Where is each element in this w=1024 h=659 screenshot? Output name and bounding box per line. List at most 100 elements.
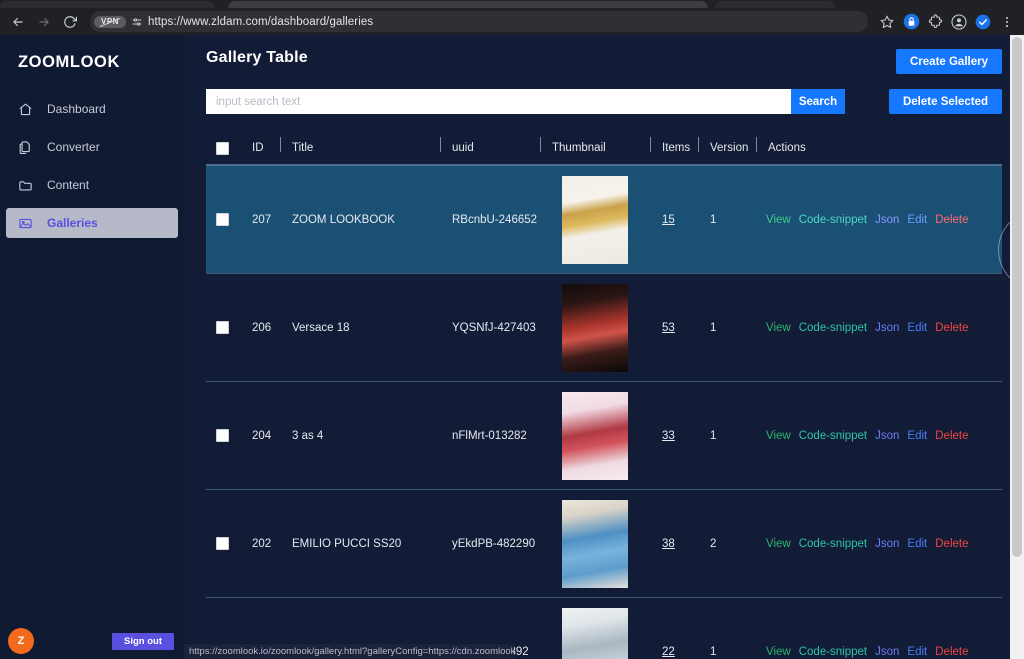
thumbnail-image[interactable] [562, 607, 628, 659]
row-select-cell[interactable] [206, 321, 240, 334]
back-arrow-icon[interactable] [6, 11, 30, 33]
browser-tab[interactable] [715, 1, 835, 8]
view-link[interactable]: View [766, 214, 791, 226]
edit-link[interactable]: Edit [907, 214, 927, 226]
code-snippet-link[interactable]: Code-snippet [799, 214, 867, 226]
forward-arrow-icon[interactable] [32, 11, 56, 33]
url-bar[interactable]: VPN https://www.zldam.com/dashboard/gall… [90, 11, 868, 32]
delete-link[interactable]: Delete [935, 322, 968, 334]
row-checkbox[interactable] [216, 537, 229, 550]
column-header-thumbnail[interactable]: Thumbnail [540, 137, 650, 154]
row-checkbox[interactable] [216, 321, 229, 334]
table-row[interactable]: 207 ZOOM LOOKBOOK RBcnbU-246652 15 1 View Code… [206, 166, 1002, 274]
three-dot-menu-icon[interactable] [996, 11, 1018, 33]
edit-link[interactable]: Edit [907, 430, 927, 442]
row-select-cell[interactable] [206, 213, 240, 226]
json-link[interactable]: Json [875, 538, 899, 550]
column-header-uuid[interactable]: uuid [440, 137, 540, 154]
json-link[interactable]: Json [875, 322, 899, 334]
folder-icon [18, 178, 35, 193]
row-select-cell[interactable] [206, 537, 240, 550]
table-toolbar: Search Delete Selected [206, 89, 1002, 114]
sidebar-item-converter[interactable]: Converter [6, 132, 178, 162]
lock-icon[interactable] [900, 11, 922, 33]
avatar[interactable]: Z [8, 628, 34, 654]
edit-link[interactable]: Edit [907, 322, 927, 334]
edit-link[interactable]: Edit [907, 538, 927, 550]
column-header-id[interactable]: ID [240, 142, 280, 154]
column-header-items[interactable]: Items [650, 137, 698, 154]
json-link[interactable]: Json [875, 646, 899, 658]
delete-selected-button[interactable]: Delete Selected [888, 89, 1002, 114]
delete-link[interactable]: Delete [935, 538, 968, 550]
select-all-checkbox[interactable] [216, 141, 229, 155]
reload-icon[interactable] [58, 11, 82, 33]
browser-tab-active[interactable] [228, 1, 708, 8]
scrollbar-thumb[interactable] [1012, 37, 1022, 557]
cell-items: 22 [650, 646, 698, 658]
browser-tab[interactable] [0, 1, 215, 8]
edit-link[interactable]: Edit [907, 646, 927, 658]
items-count-link[interactable]: 33 [662, 430, 675, 442]
code-snippet-link[interactable]: Code-snippet [799, 430, 867, 442]
cell-thumbnail[interactable] [540, 175, 650, 264]
thumbnail-image[interactable] [562, 391, 628, 480]
code-snippet-link[interactable]: Code-snippet [799, 538, 867, 550]
view-link[interactable]: View [766, 538, 791, 550]
select-all-cell[interactable] [206, 141, 240, 155]
items-count-link[interactable]: 53 [662, 322, 675, 334]
cell-title: Versace 18 [292, 321, 350, 334]
column-header-actions[interactable]: Actions [756, 137, 1002, 154]
browser-status-bar: https://zoomlook.io/zoomlook/gallery.htm… [184, 644, 514, 659]
items-count-link[interactable]: 15 [662, 214, 675, 226]
thumbnail-image[interactable] [562, 175, 628, 264]
search-input[interactable] [206, 89, 791, 114]
view-link[interactable]: View [766, 430, 791, 442]
create-gallery-button[interactable]: Create Gallery [896, 49, 1002, 74]
cell-thumbnail[interactable] [540, 391, 650, 480]
cell-thumbnail[interactable] [540, 499, 650, 588]
view-link[interactable]: View [766, 646, 791, 658]
cell-title: 3 as 4 [292, 429, 324, 442]
cell-thumbnail[interactable] [540, 607, 650, 659]
row-select-cell[interactable] [206, 429, 240, 442]
url-text[interactable]: https://www.zldam.com/dashboard/gallerie… [148, 16, 373, 28]
thumbnail-image[interactable] [562, 283, 628, 372]
delete-link[interactable]: Delete [935, 430, 968, 442]
code-snippet-link[interactable]: Code-snippet [799, 322, 867, 334]
table-row[interactable]: 202 EMILIO PUCCI SS20 yEkdPB-482290 38 2 View… [206, 490, 1002, 598]
blue-check-icon[interactable] [972, 11, 994, 33]
search-button[interactable]: Search [791, 89, 845, 114]
delete-link[interactable]: Delete [935, 646, 968, 658]
delete-link[interactable]: Delete [935, 214, 968, 226]
tune-icon[interactable] [131, 16, 143, 28]
cell-version: 1 [710, 645, 717, 658]
sign-out-button[interactable]: Sign out [112, 633, 174, 650]
thumbnail-image[interactable] [562, 499, 628, 588]
code-snippet-link[interactable]: Code-snippet [799, 646, 867, 658]
page-scrollbar[interactable] [1010, 35, 1024, 659]
table-row[interactable]: 204 3 as 4 nFlMrt-013282 33 1 View Code-snippe… [206, 382, 1002, 490]
cell-title: EMILIO PUCCI SS20 [292, 537, 402, 550]
search-bar: Search [206, 89, 845, 114]
items-count-link[interactable]: 22 [662, 646, 675, 658]
sidebar-item-galleries[interactable]: Galleries [6, 208, 178, 238]
vpn-badge[interactable]: VPN [94, 15, 126, 28]
items-count-link[interactable]: 38 [662, 538, 675, 550]
browser-tab-strip[interactable] [0, 0, 1024, 8]
cell-thumbnail[interactable] [540, 283, 650, 372]
cell-title: ZOOM LOOKBOOK [292, 213, 395, 226]
json-link[interactable]: Json [875, 430, 899, 442]
star-icon[interactable] [876, 11, 898, 33]
column-header-version[interactable]: Version [698, 137, 756, 154]
view-link[interactable]: View [766, 322, 791, 334]
puzzle-piece-icon[interactable] [924, 11, 946, 33]
row-checkbox[interactable] [216, 213, 229, 226]
table-row[interactable]: 206 Versace 18 YQSNfJ-427403 53 1 View Code-sn… [206, 274, 1002, 382]
sidebar-item-content[interactable]: Content [6, 170, 178, 200]
sidebar-item-dashboard[interactable]: Dashboard [6, 94, 178, 124]
column-header-title[interactable]: Title [280, 137, 440, 154]
row-checkbox[interactable] [216, 429, 229, 442]
profile-avatar-icon[interactable] [948, 11, 970, 33]
json-link[interactable]: Json [875, 214, 899, 226]
